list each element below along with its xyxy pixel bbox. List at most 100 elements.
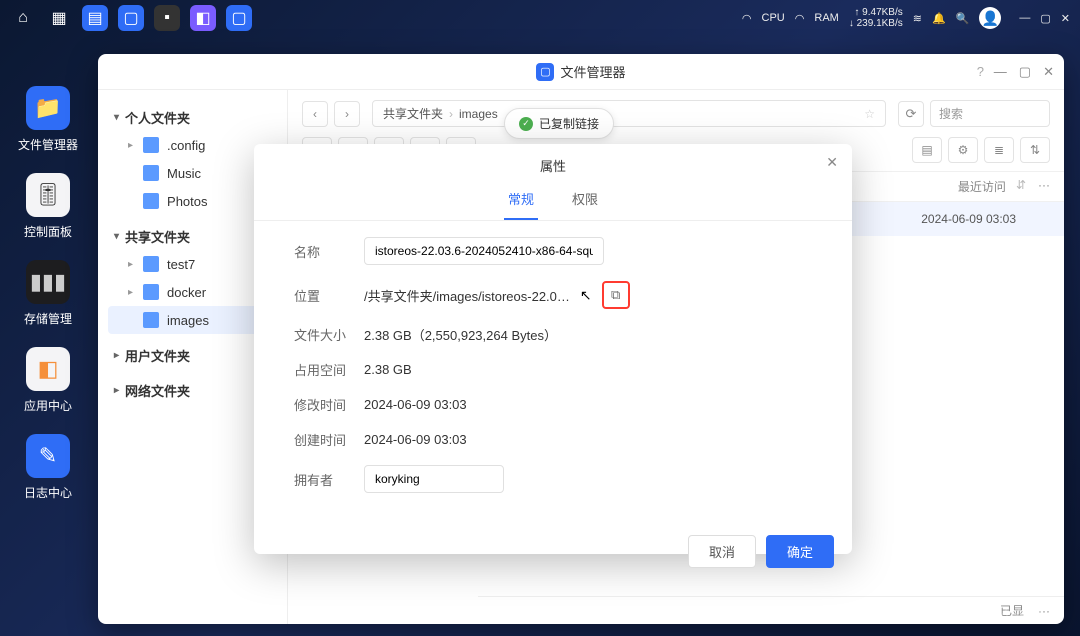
help-icon[interactable]: ? — [977, 64, 984, 79]
dialog-title: 属性 ✕ — [254, 144, 852, 183]
column-more[interactable]: ··· — [1026, 178, 1050, 195]
dock-item-filemanager[interactable]: 📁 文件管理器 — [18, 86, 78, 153]
sidebar-item-music[interactable]: ▸Music — [108, 159, 277, 187]
window-title: 文件管理器 — [560, 62, 625, 81]
tray-icon-1[interactable]: ≋ — [913, 12, 922, 25]
taskbar-app-1[interactable]: ▤ — [82, 5, 108, 31]
sort-icon[interactable]: ⇵ — [1016, 178, 1026, 195]
network-stats: ↑ 9.47KB/s ↓ 239.1KB/s — [849, 7, 903, 29]
toast-copied: ✓ 已复制链接 — [504, 108, 614, 139]
ram-gauge-icon: ◠ — [795, 12, 805, 25]
net-down: ↓ 239.1KB/s — [849, 18, 903, 29]
window-maximize[interactable]: ▢ — [1040, 12, 1050, 25]
dialog-footer: 取消 确定 — [254, 525, 852, 584]
cancel-button[interactable]: 取消 — [688, 535, 756, 568]
dock-item-storage[interactable]: ▮▮▮ 存储管理 — [24, 260, 72, 327]
fm-maximize[interactable]: ▢ — [1019, 64, 1031, 80]
name-field[interactable] — [364, 237, 604, 265]
breadcrumb[interactable]: 共享文件夹 › images ☆ — [372, 100, 886, 127]
dock-item-appstore[interactable]: ◧ 应用中心 — [24, 347, 72, 414]
sidebar-item-docker[interactable]: ▸docker — [108, 278, 277, 306]
home-icon[interactable]: ⌂ — [10, 5, 36, 31]
ram-label: RAM — [814, 12, 838, 24]
ok-button[interactable]: 确定 — [766, 535, 834, 568]
cursor-icon: ↖ — [580, 287, 592, 304]
toast-text: 已复制链接 — [539, 115, 599, 132]
sidebar-item-config[interactable]: ▸.config — [108, 131, 277, 159]
sidebar-item-photos[interactable]: ▸Photos — [108, 187, 277, 215]
properties-dialog: 属性 ✕ 常规 权限 名称 位置 /共享文件夹/images/istoreos-… — [254, 144, 852, 554]
breadcrumb-child[interactable]: images — [459, 107, 498, 121]
sidebar-item-test7[interactable]: ▸test7 — [108, 250, 277, 278]
check-icon: ✓ — [519, 117, 533, 131]
label-size: 文件大小 — [294, 325, 364, 344]
label-owner: 拥有者 — [294, 470, 364, 489]
dock-label: 日志中心 — [24, 484, 72, 501]
copy-location-button[interactable]: ⧉ — [602, 281, 630, 309]
tab-permissions[interactable]: 权限 — [568, 183, 602, 220]
label-name: 名称 — [294, 242, 364, 261]
section-title: 网络文件夹 — [125, 381, 190, 400]
taskbar-app-2[interactable]: ▢ — [118, 5, 144, 31]
avatar[interactable]: 👤 — [979, 7, 1001, 29]
dock-label: 应用中心 — [24, 397, 72, 414]
action-panel[interactable]: ▤ — [912, 137, 942, 163]
sidebar-section-network[interactable]: ▸网络文件夹 — [108, 377, 277, 404]
folder-icon — [143, 193, 159, 209]
cpu-gauge-icon: ◠ — [742, 12, 752, 25]
action-settings[interactable]: ⚙ — [948, 137, 978, 163]
taskbar-app-4[interactable]: ◧ — [190, 5, 216, 31]
dialog-close[interactable]: ✕ — [826, 154, 838, 171]
watermark: 值 什么值得买 — [965, 606, 1060, 626]
nav-toolbar: ‹ › 共享文件夹 › images ☆ ⟳ 搜索 — [288, 90, 1064, 133]
star-icon[interactable]: ☆ — [864, 107, 875, 121]
file-date: 2024-06-09 03:03 — [921, 212, 1050, 226]
sidebar-item-images[interactable]: ▸images — [108, 306, 277, 334]
section-title: 用户文件夹 — [125, 346, 190, 365]
folder-icon — [143, 256, 159, 272]
disk-value: 2.38 GB — [364, 362, 412, 377]
app-logo-icon: ▢ — [536, 63, 554, 81]
nav-back[interactable]: ‹ — [302, 101, 328, 127]
taskbar-app-5[interactable]: ▢ — [226, 5, 252, 31]
notifications-icon[interactable]: 🔔 — [932, 12, 946, 25]
label-disk: 占用空间 — [294, 360, 364, 379]
cpu-label: CPU — [762, 12, 785, 24]
dock-item-controlpanel[interactable]: 🎚 控制面板 — [24, 173, 72, 240]
folder-icon — [143, 137, 159, 153]
nav-forward[interactable]: › — [334, 101, 360, 127]
dock-item-logs[interactable]: ✎ 日志中心 — [24, 434, 72, 501]
window-close[interactable]: ✕ — [1061, 12, 1070, 25]
os-topbar: ⌂ ▦ ▤ ▢ ▪ ◧ ▢ ◠ CPU ◠ RAM ↑ 9.47KB/s ↓ 239… — [0, 0, 1080, 36]
dock-label: 存储管理 — [24, 310, 72, 327]
breadcrumb-parent[interactable]: 共享文件夹 — [383, 105, 443, 122]
folder-icon — [143, 284, 159, 300]
fm-minimize[interactable]: — — [994, 64, 1007, 80]
tab-general[interactable]: 常规 — [504, 183, 538, 220]
dock-label: 文件管理器 — [18, 136, 78, 153]
label-mtime: 修改时间 — [294, 395, 364, 414]
window-titlebar: ▢ 文件管理器 ? — ▢ ✕ — [98, 54, 1064, 90]
fm-close[interactable]: ✕ — [1043, 64, 1054, 80]
owner-field[interactable] — [364, 465, 504, 493]
sidebar-section-personal[interactable]: ▾个人文件夹 — [108, 104, 277, 131]
apps-grid-icon[interactable]: ▦ — [46, 5, 72, 31]
search-icon[interactable]: 🔍 — [956, 12, 970, 25]
window-minimize[interactable]: — — [1019, 12, 1030, 25]
view-sort[interactable]: ⇅ — [1020, 137, 1050, 163]
folder-icon — [143, 165, 159, 181]
refresh-button[interactable]: ⟳ — [898, 101, 924, 127]
view-list[interactable]: ≣ — [984, 137, 1014, 163]
column-date[interactable]: 最近访问 — [958, 178, 1012, 195]
ctime-value: 2024-06-09 03:03 — [364, 432, 467, 447]
size-value: 2.38 GB（2,550,923,264 Bytes） — [364, 325, 557, 344]
mtime-value: 2024-06-09 03:03 — [364, 397, 467, 412]
dialog-form: 名称 位置 /共享文件夹/images/istoreos-22.0… ↖ ⧉ 文… — [254, 221, 852, 525]
taskbar-app-3[interactable]: ▪ — [154, 5, 180, 31]
search-input[interactable]: 搜索 — [930, 100, 1050, 127]
sidebar-section-users[interactable]: ▸用户文件夹 — [108, 342, 277, 369]
sidebar-section-shared[interactable]: ▾共享文件夹 — [108, 223, 277, 250]
folder-icon — [143, 312, 159, 328]
label-ctime: 创建时间 — [294, 430, 364, 449]
net-up: ↑ 9.47KB/s — [849, 7, 903, 18]
